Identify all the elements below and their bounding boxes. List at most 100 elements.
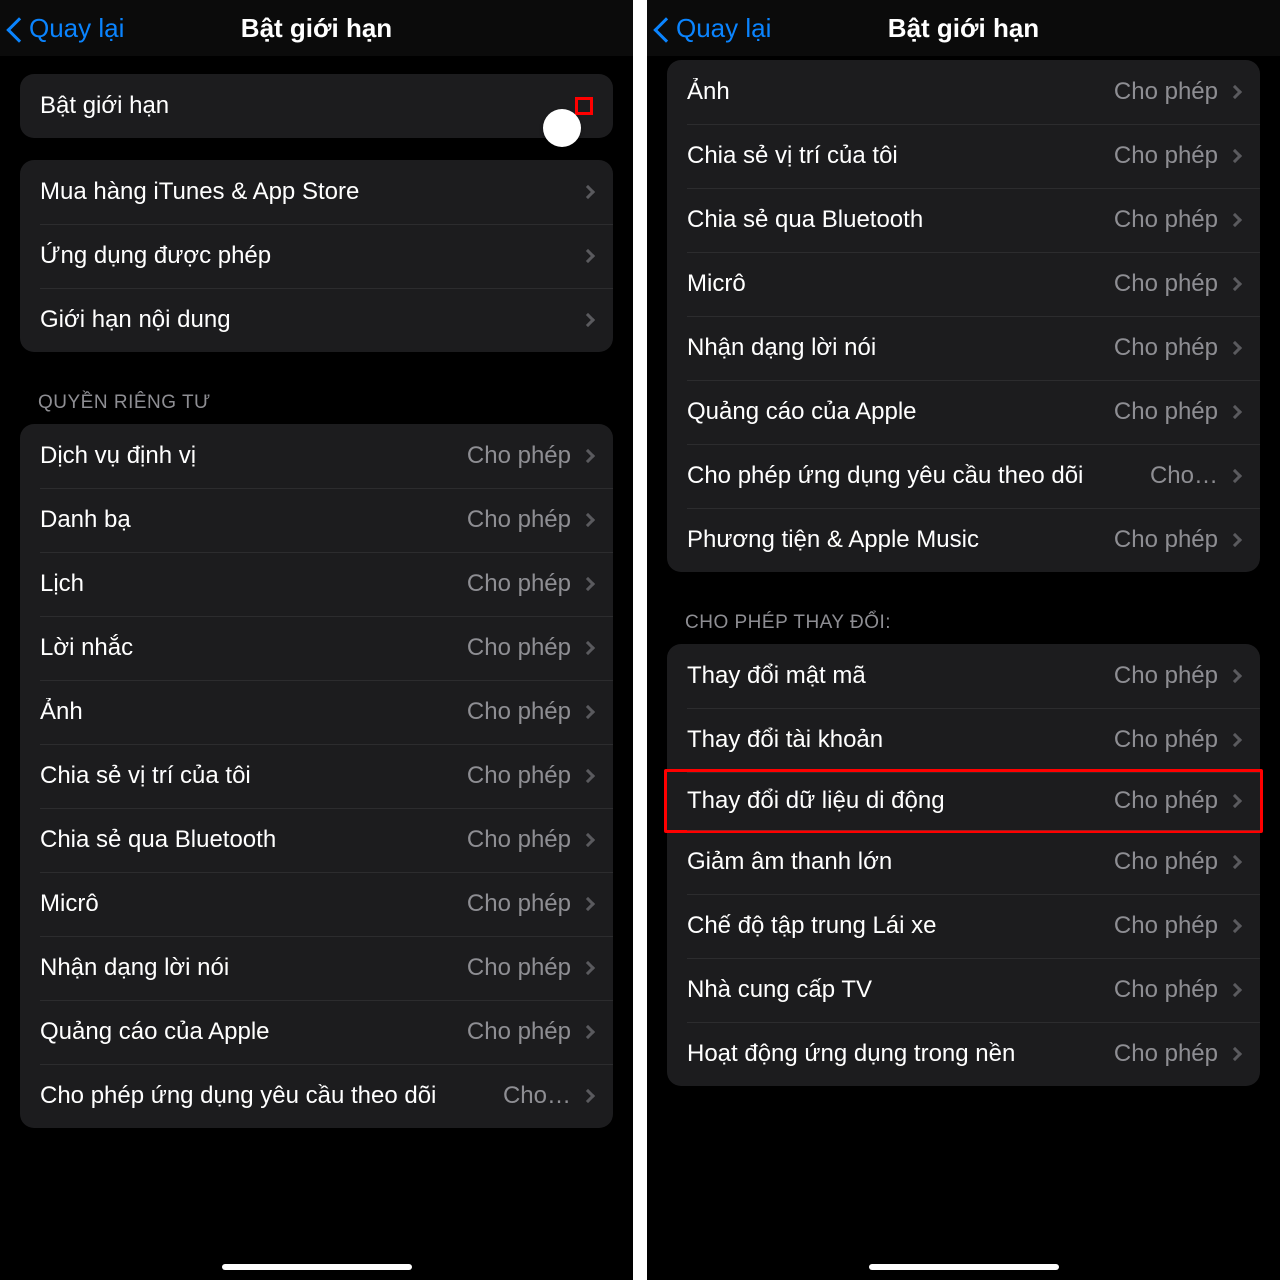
highlight-box [575, 97, 593, 115]
row-value: Cho phép [467, 634, 571, 662]
home-indicator[interactable] [869, 1264, 1059, 1270]
row-label: Nhận dạng lời nói [40, 954, 467, 982]
row-label: Quảng cáo của Apple [40, 1018, 467, 1046]
row-value: Cho phép [1114, 526, 1218, 554]
row-label: Chia sẻ vị trí của tôi [687, 142, 1114, 170]
row-value: Cho phép [1114, 270, 1218, 298]
row-value: Cho phép [1114, 848, 1218, 876]
row-label: Chế độ tập trung Lái xe [687, 912, 1114, 940]
list-item[interactable]: Lời nhắcCho phép [20, 616, 613, 680]
row-label: Ứng dụng được phép [40, 242, 583, 270]
row-label: Micrô [40, 890, 467, 918]
row-value: Cho phép [1114, 662, 1218, 690]
row-label: Micrô [687, 270, 1114, 298]
list-item[interactable]: Chia sẻ vị trí của tôiCho phép [667, 124, 1260, 188]
row-value: Cho… [1150, 462, 1218, 490]
chevron-right-icon [581, 449, 595, 463]
row-label: Chia sẻ qua Bluetooth [687, 206, 1114, 234]
list-item[interactable]: Chia sẻ vị trí của tôiCho phép [20, 744, 613, 808]
cellular-data-change-row[interactable]: Thay đổi dữ liệu di độngCho phép [664, 769, 1263, 833]
list-item[interactable]: Hoạt động ứng dụng trong nềnCho phép [667, 1022, 1260, 1086]
list-item[interactable]: Giới hạn nội dung [20, 288, 613, 352]
chevron-right-icon [1228, 213, 1242, 227]
list-item[interactable]: Giảm âm thanh lớnCho phép [667, 830, 1260, 894]
chevron-right-icon [581, 1025, 595, 1039]
list-item[interactable]: Chế độ tập trung Lái xeCho phép [667, 894, 1260, 958]
chevron-right-icon [581, 313, 595, 327]
list-item[interactable]: Nhận dạng lời nóiCho phép [20, 936, 613, 1000]
row-value: Cho phép [1114, 726, 1218, 754]
back-label: Quay lại [676, 13, 771, 44]
row-label: Cho phép ứng dụng yêu cầu theo dõi [40, 1082, 503, 1110]
list-item[interactable]: ẢnhCho phép [667, 60, 1260, 124]
privacy-group: Dịch vụ định vịCho phép Danh bạCho phép … [20, 424, 613, 1128]
toggle-group: Bật giới hạn [20, 74, 613, 138]
row-value: Cho phép [1114, 78, 1218, 106]
list-item[interactable]: Nhận dạng lời nóiCho phép [667, 316, 1260, 380]
list-item[interactable]: Quảng cáo của AppleCho phép [20, 1000, 613, 1064]
row-value: Cho phép [1114, 1040, 1218, 1068]
list-item[interactable]: Nhà cung cấp TVCho phép [667, 958, 1260, 1022]
chevron-right-icon [581, 769, 595, 783]
row-value: Cho phép [1114, 142, 1218, 170]
list-item[interactable]: Thay đổi mật mãCho phép [667, 644, 1260, 708]
chevron-right-icon [1228, 533, 1242, 547]
list-item[interactable]: Cho phép ứng dụng yêu cầu theo dõiCho… [667, 444, 1260, 508]
left-phone: Quay lại Bật giới hạn Bật giới hạn Mua h… [0, 0, 633, 1280]
row-label: Dịch vụ định vị [40, 442, 467, 470]
list-item[interactable]: Quảng cáo của AppleCho phép [667, 380, 1260, 444]
row-value: Cho phép [467, 442, 571, 470]
row-label: Danh bạ [40, 506, 467, 534]
chevron-right-icon [581, 513, 595, 527]
row-label: Thay đổi mật mã [687, 662, 1114, 690]
main-group: Mua hàng iTunes & App Store Ứng dụng đượ… [20, 160, 613, 352]
row-label: Quảng cáo của Apple [687, 398, 1114, 426]
row-value: Cho phép [1114, 976, 1218, 1004]
chevron-right-icon [1228, 149, 1242, 163]
list-item[interactable]: Mua hàng iTunes & App Store [20, 160, 613, 224]
list-item[interactable]: Phương tiện & Apple MusicCho phép [667, 508, 1260, 572]
list-item[interactable]: ẢnhCho phép [20, 680, 613, 744]
back-button[interactable]: Quay lại [10, 13, 124, 44]
row-label: Giới hạn nội dung [40, 306, 583, 334]
row-value: Cho phép [1114, 398, 1218, 426]
chevron-right-icon [581, 705, 595, 719]
chevron-right-icon [1228, 794, 1242, 808]
row-label: Cho phép ứng dụng yêu cầu theo dõi [687, 462, 1150, 490]
row-label: Hoạt động ứng dụng trong nền [687, 1040, 1114, 1068]
list-item[interactable]: Ứng dụng được phép [20, 224, 613, 288]
enable-restrictions-row[interactable]: Bật giới hạn [20, 74, 613, 138]
row-value: Cho phép [467, 826, 571, 854]
changes-header: CHO PHÉP THAY ĐỔI: [685, 612, 1260, 634]
list-item[interactable]: MicrôCho phép [20, 872, 613, 936]
list-item[interactable]: Danh bạCho phép [20, 488, 613, 552]
chevron-left-icon [657, 15, 672, 42]
privacy-header: QUYỀN RIÊNG TƯ [38, 392, 613, 414]
home-indicator[interactable] [222, 1264, 412, 1270]
list-item[interactable]: MicrôCho phép [667, 252, 1260, 316]
row-label: Ảnh [40, 698, 467, 726]
chevron-right-icon [1228, 85, 1242, 99]
back-label: Quay lại [29, 13, 124, 44]
list-item[interactable]: Thay đổi tài khoảnCho phép [667, 708, 1260, 772]
right-phone: Quay lại Bật giới hạn ẢnhCho phép Chia s… [647, 0, 1280, 1280]
row-value: Cho phép [1114, 206, 1218, 234]
chevron-right-icon [1228, 983, 1242, 997]
toggle-knob [543, 109, 581, 147]
chevron-right-icon [1228, 855, 1242, 869]
row-label: Thay đổi tài khoản [687, 726, 1114, 754]
row-label: Chia sẻ qua Bluetooth [40, 826, 467, 854]
row-value: Cho phép [467, 698, 571, 726]
row-value: Cho phép [1114, 787, 1218, 815]
chevron-right-icon [581, 249, 595, 263]
row-label: Chia sẻ vị trí của tôi [40, 762, 467, 790]
back-button[interactable]: Quay lại [657, 13, 771, 44]
list-item[interactable]: LịchCho phép [20, 552, 613, 616]
list-item[interactable]: Chia sẻ qua BluetoothCho phép [667, 188, 1260, 252]
list-item[interactable]: Cho phép ứng dụng yêu cầu theo dõiCho… [20, 1064, 613, 1128]
chevron-right-icon [1228, 469, 1242, 483]
row-label: Lịch [40, 570, 467, 598]
row-label: Mua hàng iTunes & App Store [40, 178, 583, 206]
list-item[interactable]: Chia sẻ qua BluetoothCho phép [20, 808, 613, 872]
list-item[interactable]: Dịch vụ định vịCho phép [20, 424, 613, 488]
